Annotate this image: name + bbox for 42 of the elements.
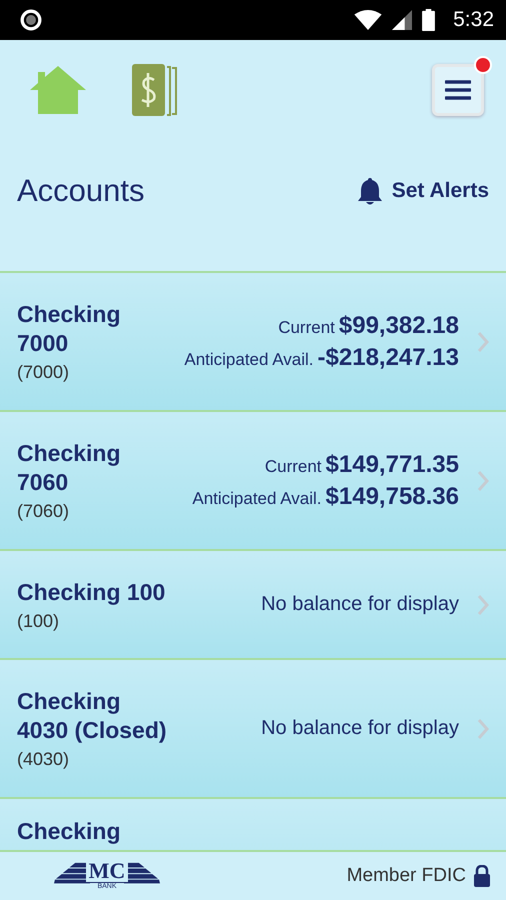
balance-label: Anticipated Avail. bbox=[192, 488, 322, 508]
account-row[interactable]: Checking bbox=[0, 799, 506, 850]
bell-icon bbox=[358, 176, 382, 204]
account-number: (4030) bbox=[17, 749, 70, 770]
home-icon[interactable] bbox=[28, 64, 88, 116]
menu-button[interactable] bbox=[432, 64, 484, 116]
balance-label: Current bbox=[278, 318, 335, 338]
account-name: Checking 100 bbox=[17, 578, 166, 606]
set-alerts-button[interactable]: Set Alerts bbox=[358, 172, 489, 208]
balance-amount: $99,382.18 bbox=[338, 312, 459, 340]
account-number: (7000) bbox=[17, 362, 70, 383]
account-name: Checking 7060 bbox=[17, 439, 122, 497]
account-row[interactable]: Checking 7060 (7060) Current $149,771.35 Anticipated Avail. $149,758.36 bbox=[0, 412, 506, 551]
account-name: Checking 7000 bbox=[17, 300, 122, 358]
balance-amount: -$218,247.13 bbox=[318, 344, 459, 372]
account-row[interactable]: Checking 7000 (7000) Current $99,382.18 Anticipated Avail. -$218,247.13 bbox=[0, 273, 506, 412]
member-fdic-text: Member FDIC bbox=[346, 865, 466, 887]
account-row[interactable]: Checking 4030 (Closed) (4030) No balance for display bbox=[0, 660, 506, 799]
balance-amount: $149,758.36 bbox=[326, 482, 459, 510]
balance-label: Anticipated Avail. bbox=[184, 350, 314, 370]
battery-icon bbox=[422, 9, 436, 31]
money-icon[interactable] bbox=[132, 64, 180, 116]
balance-label: Current bbox=[264, 456, 322, 476]
balance-message: No balance for display bbox=[260, 717, 459, 740]
account-name: Checking bbox=[17, 817, 122, 846]
wifi-icon bbox=[354, 10, 382, 30]
account-number: (7060) bbox=[17, 501, 70, 522]
account-number: (100) bbox=[17, 610, 60, 632]
account-row[interactable]: Checking 100 (100) No balance for display bbox=[0, 551, 506, 660]
balance-amount: $149,771.35 bbox=[326, 450, 459, 478]
menu-icon bbox=[445, 80, 471, 100]
page-title: Accounts bbox=[17, 172, 145, 208]
signal-icon bbox=[392, 10, 412, 30]
chevron-right-icon bbox=[477, 718, 489, 740]
chevron-right-icon bbox=[477, 330, 489, 352]
lock-icon bbox=[474, 865, 490, 887]
status-time: 5:32 bbox=[453, 8, 494, 32]
chevron-right-icon bbox=[477, 594, 489, 616]
chevron-right-icon bbox=[477, 470, 489, 492]
record-icon bbox=[20, 9, 42, 31]
balance-message: No balance for display bbox=[260, 593, 459, 616]
account-name: Checking 4030 (Closed) bbox=[17, 687, 167, 745]
